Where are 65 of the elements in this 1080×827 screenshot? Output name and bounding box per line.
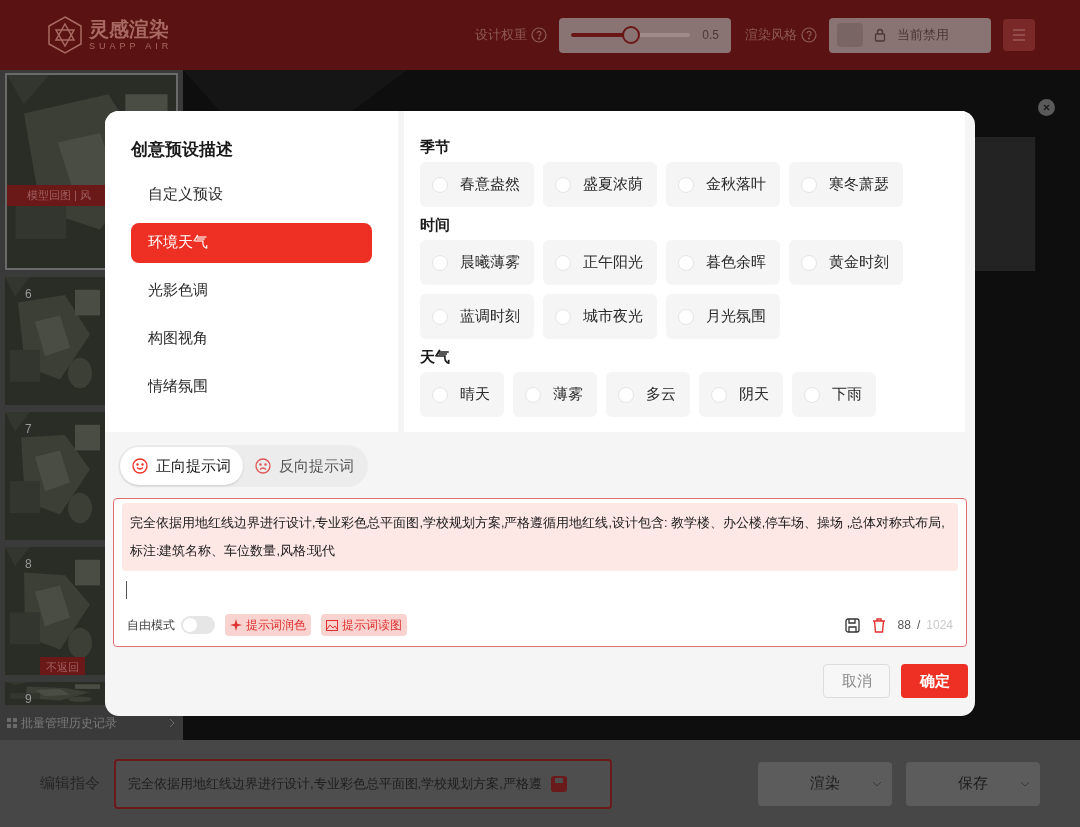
- thumbnail[interactable]: 8 不返回: [5, 547, 105, 675]
- thumbnail[interactable]: 6: [5, 277, 105, 405]
- preset-option[interactable]: 金秋落叶: [666, 162, 780, 207]
- logo-subtitle: SUAPP AIR: [89, 42, 173, 51]
- group-title: 季节: [420, 137, 451, 157]
- preset-option[interactable]: 盛夏浓荫: [543, 162, 657, 207]
- slider-thumb[interactable]: [621, 26, 640, 44]
- weight-slider[interactable]: [571, 25, 691, 45]
- preset-option[interactable]: 薄雾: [513, 372, 597, 417]
- free-mode-switch[interactable]: [181, 616, 215, 634]
- style-label: 渲染风格: [745, 26, 797, 45]
- frown-icon: [255, 458, 271, 474]
- count-separator: /: [916, 617, 921, 634]
- menu-button[interactable]: [1003, 19, 1035, 51]
- preset-option[interactable]: 春意盎然: [420, 162, 534, 207]
- group-title: 时间: [420, 215, 451, 235]
- sparkle-icon: [230, 619, 242, 631]
- preset-option[interactable]: 正午阳光: [543, 240, 657, 285]
- prompt-tab[interactable]: 正向提示词: [120, 447, 243, 485]
- preset-option[interactable]: 多云: [606, 372, 690, 417]
- char-count: 88: [897, 617, 911, 634]
- save-icon[interactable]: [844, 617, 860, 633]
- preset-option[interactable]: 晨曦薄雾: [420, 240, 534, 285]
- smile-icon: [132, 458, 148, 474]
- thumbnail-number: 8: [25, 556, 32, 573]
- preset-option[interactable]: 暮色余晖: [666, 240, 780, 285]
- preset-option[interactable]: 下雨: [792, 372, 876, 417]
- prompt-text: 完全依据用地红线边界进行设计,专业彩色总平面图,学校规划方案,严格遵循用地红线,设计包含: 教学楼、办公楼,停车场、操场 ,总体对称式布局,标注:建筑名称、车位数量,风格:现代: [122, 503, 958, 571]
- caret-icon: [1020, 780, 1030, 787]
- preset-category[interactable]: 构图视角: [131, 318, 372, 359]
- group-title: 天气: [420, 347, 451, 367]
- preset-option[interactable]: 寒冬萧瑟: [789, 162, 903, 207]
- help-icon[interactable]: [531, 27, 547, 43]
- lock-icon: [873, 28, 887, 42]
- logo-icon: [45, 15, 85, 55]
- preset-option[interactable]: 晴天: [420, 372, 504, 417]
- preset-option[interactable]: 阴天: [699, 372, 783, 417]
- text-cursor: [126, 581, 127, 599]
- weight-label: 设计权重: [475, 26, 527, 45]
- thumbnail[interactable]: 7: [5, 412, 105, 540]
- help-icon[interactable]: [801, 27, 817, 43]
- preset-option[interactable]: 蓝调时刻: [420, 294, 534, 339]
- chevron-right-icon: [168, 718, 176, 728]
- preset-category[interactable]: 情绪氛围: [131, 366, 372, 407]
- preset-option[interactable]: 月光氛围: [666, 294, 780, 339]
- grid-icon: [7, 718, 17, 728]
- thumbnail[interactable]: 9: [5, 682, 105, 705]
- image-icon: [326, 619, 338, 631]
- free-mode-label: 自由模式: [127, 617, 175, 634]
- thumbnail-number: 6: [25, 286, 32, 303]
- confirm-button[interactable]: 确定: [901, 664, 968, 698]
- preset-category[interactable]: 光影色调: [131, 270, 372, 311]
- preset-option[interactable]: 城市夜光: [543, 294, 657, 339]
- caret-icon: [872, 780, 882, 787]
- trash-icon[interactable]: [871, 617, 886, 633]
- thumbnail-tag: 不返回: [40, 657, 85, 675]
- weight-value: 0.5: [702, 27, 719, 44]
- menu-icon: [1012, 29, 1026, 41]
- preset-category[interactable]: 环境天气: [131, 222, 372, 263]
- logo-title: 灵感渲染: [89, 19, 170, 39]
- preset-option[interactable]: 黄金时刻: [789, 240, 903, 285]
- thumbnail-number: 7: [25, 421, 32, 438]
- close-icon: [1043, 104, 1050, 111]
- prompt-tab[interactable]: 反向提示词: [243, 447, 366, 485]
- thumbnail-number: 9: [25, 691, 32, 705]
